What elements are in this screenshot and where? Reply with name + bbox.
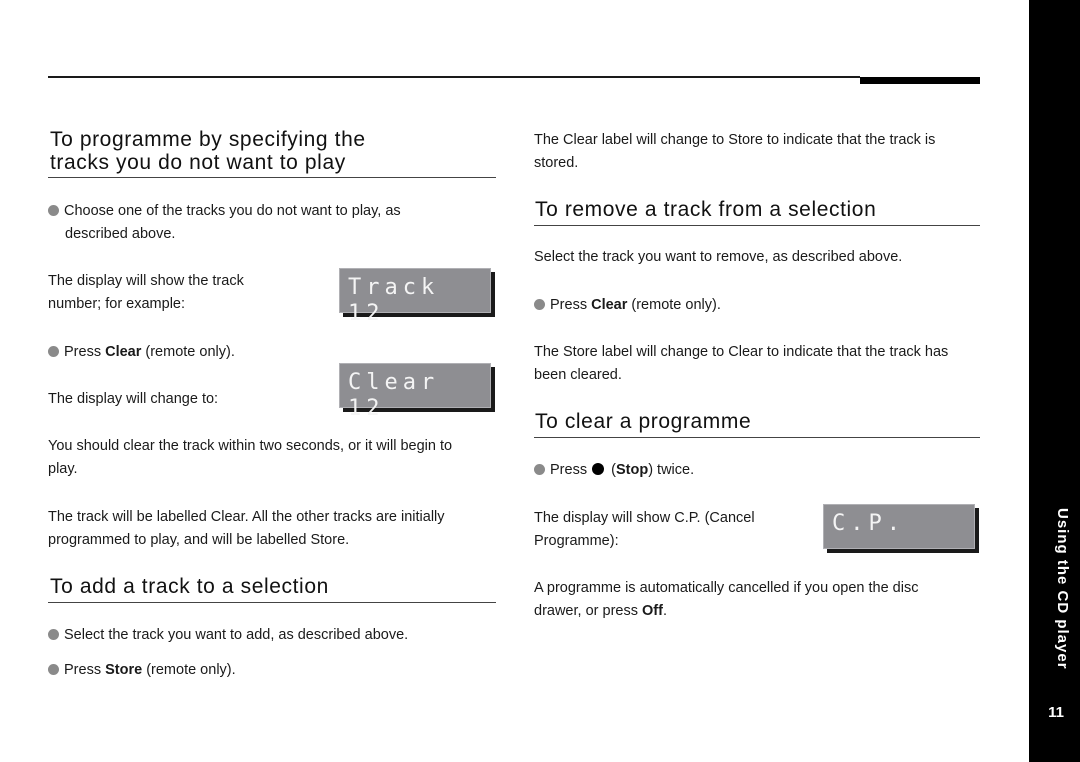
step-select-add: Select the track you want to add, as des… xyxy=(48,624,408,647)
lcd-display-clear: Clear 12 xyxy=(339,363,491,421)
bullet-icon xyxy=(48,346,59,357)
step-text: Press xyxy=(550,462,592,478)
paragraph-auto-cancel: A programme is automatically cancelled i… xyxy=(534,577,984,623)
text-line: The track will be labelled Clear. All th… xyxy=(48,509,445,525)
step-press-clear: Press Clear (remote only). xyxy=(48,341,235,364)
step-press-stop: Press (Stop) twice. xyxy=(534,459,694,482)
text-line: The Store label will change to Clear to … xyxy=(534,344,949,360)
step-text: described above. xyxy=(65,226,176,242)
heading-underline xyxy=(48,177,496,178)
heading-underline xyxy=(534,437,980,438)
text-line: You should clear the track within two se… xyxy=(48,438,453,454)
step-text: (remote only). xyxy=(142,662,236,678)
bullet-icon xyxy=(534,464,545,475)
paragraph-store-label: The Clear label will change to Store to … xyxy=(534,129,984,175)
text-line: . xyxy=(662,603,667,619)
text-line: The display will show C.P. (Cancel xyxy=(534,510,755,526)
text-line: been cleared. xyxy=(534,367,622,383)
lcd-display-cancel-programme: C.P. xyxy=(823,504,975,549)
display-cp-text: The display will show C.P. (Cancel Progr… xyxy=(534,507,794,553)
display-intro-text: The display will show the track number; … xyxy=(48,270,308,316)
section-heading-add-track: To add a track to a selection xyxy=(50,575,329,598)
bullet-icon xyxy=(534,299,545,310)
top-rule-accent xyxy=(860,77,980,84)
step-text: Press xyxy=(64,662,106,678)
paragraph-select-remove: Select the track you want to remove, as … xyxy=(534,249,903,265)
button-name-off: Off xyxy=(642,603,663,619)
step-text: Press xyxy=(550,297,592,313)
text-line: The Clear label will change to Store to … xyxy=(534,132,936,148)
step-text: (remote only). xyxy=(141,344,235,360)
step-text: Press xyxy=(64,344,106,360)
bullet-icon xyxy=(48,664,59,675)
stop-icon xyxy=(592,463,605,475)
paragraph-timeout: You should clear the track within two se… xyxy=(48,435,498,481)
heading-line: tracks you do not want to play xyxy=(50,151,346,174)
paragraph-cleared: The Store label will change to Clear to … xyxy=(534,341,984,387)
step-text: ) twice. xyxy=(648,462,695,478)
button-name-store: Store xyxy=(105,662,143,678)
section-heading-remove-track: To remove a track from a selection xyxy=(535,198,877,221)
page-number: 11 xyxy=(1048,704,1064,721)
text-line: number; for example: xyxy=(48,296,186,312)
button-name-clear: Clear xyxy=(591,297,628,313)
section-heading-programme-exclude: To programme by specifying the tracks yo… xyxy=(50,128,366,174)
text-line: drawer, or press xyxy=(534,603,642,619)
step-text: Select the track you want to add, as des… xyxy=(64,627,409,643)
bullet-icon xyxy=(48,205,59,216)
heading-underline xyxy=(48,602,496,603)
text-line: The display will show the track xyxy=(48,273,244,289)
step-press-clear-remove: Press Clear (remote only). xyxy=(534,294,721,317)
heading-underline xyxy=(534,225,980,226)
step-choose-track: Choose one of the tracks you do not want… xyxy=(48,200,488,246)
step-text: Choose one of the tracks you do not want… xyxy=(64,203,401,219)
top-rule xyxy=(48,76,860,78)
side-tab-label: Using the CD player xyxy=(1054,508,1071,670)
paragraph-labels: The track will be labelled Clear. All th… xyxy=(48,506,498,552)
heading-line: To programme by specifying the xyxy=(50,128,366,151)
text-line: Programme): xyxy=(534,533,619,549)
text-line: play. xyxy=(48,461,78,477)
button-name-stop: Stop xyxy=(615,462,649,478)
text-line: stored. xyxy=(534,155,579,171)
text-line: programmed to play, and will be labelled… xyxy=(48,532,350,548)
step-press-store: Press Store (remote only). xyxy=(48,659,236,682)
section-heading-clear-programme: To clear a programme xyxy=(535,410,752,433)
bullet-icon xyxy=(48,629,59,640)
lcd-display-track: Track 12 xyxy=(339,268,491,326)
step-text: (remote only). xyxy=(627,297,721,313)
display-change-text: The display will change to: xyxy=(48,391,219,407)
text-line: A programme is automatically cancelled i… xyxy=(534,580,919,596)
button-name-clear: Clear xyxy=(105,344,142,360)
